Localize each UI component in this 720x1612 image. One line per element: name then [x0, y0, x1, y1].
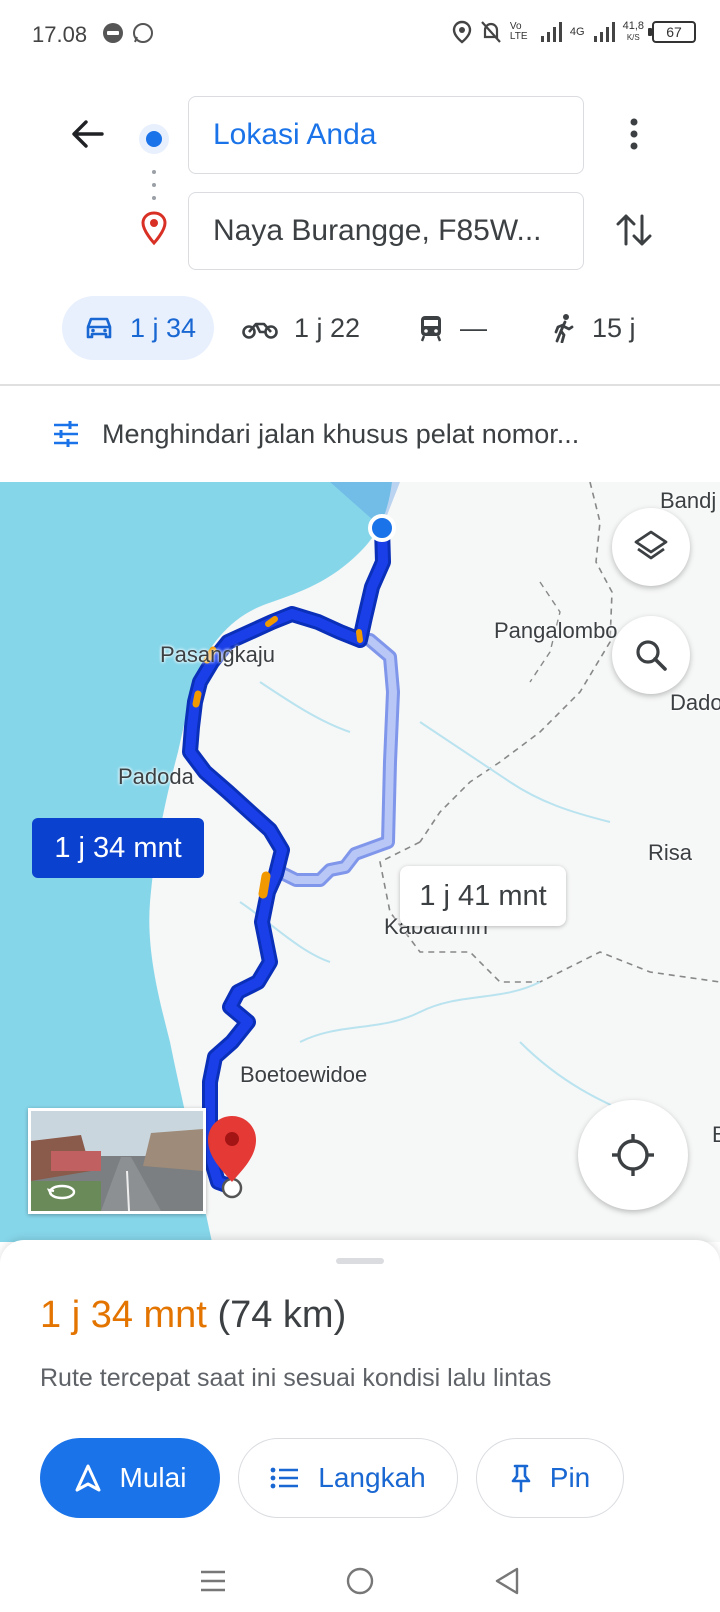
mode-walk-tab[interactable]: 15 j: [552, 296, 636, 360]
battery-indicator: 67: [648, 21, 696, 43]
mode-transit-time: —: [460, 312, 487, 343]
origin-marker: [368, 514, 396, 542]
pin-button-label: Pin: [549, 1462, 591, 1493]
network-type: 4G: [569, 26, 585, 38]
navigation-arrow-icon: [75, 1464, 101, 1492]
net-speed: 41,8 K/S: [622, 20, 644, 43]
route-connector-dots: [152, 170, 156, 200]
directions-header: Lokasi Anda Naya Burangge, F85W... 1 j 3…: [0, 72, 720, 384]
route-options-row[interactable]: Menghindari jalan khusus pelat nomor...: [0, 386, 720, 482]
back-arrow-icon[interactable]: [66, 112, 110, 156]
alt-route-line-inner: [276, 636, 397, 884]
river-3: [259, 681, 351, 733]
back-triangle-icon[interactable]: [493, 1566, 521, 1596]
mode-car-time: 1 j 34: [130, 312, 197, 343]
map-label-bandj: Bandj: [660, 488, 717, 513]
river: [419, 721, 611, 823]
map-label-edge-b: B: [712, 1122, 720, 1147]
traffic-segment-3: [192, 690, 202, 708]
list-icon: [270, 1467, 299, 1489]
traffic-segment-5: [356, 629, 363, 643]
map-label-padoda: Padoda: [118, 764, 194, 789]
mute-bell-icon: [481, 21, 501, 43]
mode-car-tab[interactable]: 1 j 34: [62, 296, 214, 360]
whatsapp-icon: [133, 23, 153, 43]
status-bar: 17.08 Vo LTE 4G 41,8 K/S 67: [0, 0, 720, 72]
travel-mode-tabs: 1 j 34 1 j 22 — 15 j: [0, 296, 720, 364]
boundary-line: [419, 482, 613, 843]
layers-icon: [634, 530, 668, 560]
start-button-label: Mulai: [119, 1462, 187, 1493]
system-nav-bar: [0, 1550, 720, 1612]
river-4: [239, 901, 331, 963]
map-label-dado: Dado: [670, 690, 720, 715]
main-route-badge[interactable]: 1 j 34 mnt: [32, 818, 204, 878]
mode-transit-tab[interactable]: —: [418, 296, 487, 360]
eta-time: 1 j 34 mnt: [40, 1294, 207, 1336]
map-label-pasangkaju: Pasangkaju: [160, 642, 275, 667]
line-app-icon: [103, 23, 123, 43]
location-icon: [452, 20, 472, 44]
mode-motorbike-tab[interactable]: 1 j 22: [242, 296, 360, 360]
map-view[interactable]: Bandj Pangalombo Pasangkaju Dado Padoda …: [0, 482, 720, 1242]
steps-button-label: Langkah: [318, 1462, 426, 1493]
recents-menu-icon[interactable]: [199, 1569, 227, 1593]
origin-dot-icon: [139, 124, 169, 154]
start-button[interactable]: Mulai: [40, 1438, 220, 1518]
sheet-drag-handle[interactable]: [336, 1258, 384, 1264]
train-icon: [420, 316, 442, 342]
pin-button[interactable]: Pin: [476, 1438, 624, 1518]
destination-pin-icon: [141, 211, 167, 246]
eta-line: 1 j 34 mnt (74 km): [40, 1294, 346, 1337]
car-icon: [86, 317, 112, 339]
rotate-360-icon: [47, 1184, 76, 1200]
route-options-text: Menghindari jalan khusus pelat nomor...: [102, 418, 580, 449]
layers-button[interactable]: [612, 508, 690, 586]
tune-options-icon: [54, 421, 78, 447]
route-description: Rute tercepat saat ini sesuai kondisi la…: [40, 1364, 552, 1392]
map-label-boetoewidoe: Boetoewidoe: [240, 1062, 368, 1087]
search-along-route-button[interactable]: [612, 616, 690, 694]
volte-label: Vo LTE: [509, 21, 528, 42]
my-location-button[interactable]: [578, 1100, 688, 1210]
street-view-thumbnail[interactable]: [28, 1108, 206, 1214]
more-options-icon[interactable]: [620, 112, 648, 156]
mode-walk-time: 15 j: [592, 312, 636, 343]
map-label-pangalombo: Pangalombo: [494, 618, 618, 643]
traffic-segment-4: [265, 616, 278, 627]
mode-motorbike-time: 1 j 22: [294, 312, 361, 343]
eta-distance: (74 km): [217, 1294, 347, 1336]
map-label-risa: Risa: [648, 840, 693, 865]
walking-icon: [554, 314, 574, 343]
signal-icon: [540, 22, 562, 42]
alt-route-badge[interactable]: 1 j 41 mnt: [400, 866, 566, 926]
steps-button[interactable]: Langkah: [238, 1438, 458, 1518]
motorbike-icon: [242, 322, 278, 339]
origin-input[interactable]: Lokasi Anda: [188, 96, 584, 174]
pushpin-icon: [511, 1464, 531, 1493]
crosshair-icon: [612, 1134, 654, 1176]
traffic-segment: [258, 871, 271, 899]
swap-directions-icon[interactable]: [612, 208, 656, 252]
status-time: 17.08: [32, 22, 88, 47]
signal-icon-2: [593, 22, 615, 42]
river-2: [299, 981, 541, 1043]
home-circle-icon[interactable]: [345, 1566, 375, 1596]
search-icon: [636, 640, 667, 671]
destination-input[interactable]: Naya Burangge, F85W...: [188, 192, 584, 270]
